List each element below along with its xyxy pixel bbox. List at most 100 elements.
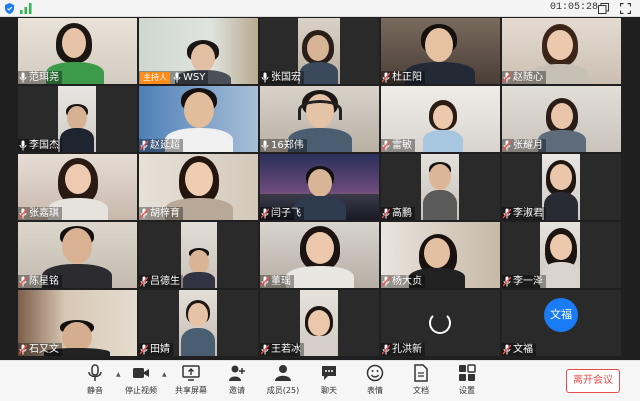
video-tile[interactable]: 杜正阳 xyxy=(381,18,500,84)
members-label: 成员(25) xyxy=(266,386,300,395)
video-tile[interactable]: 孔洪新 xyxy=(381,290,500,356)
video-tile[interactable]: 吕德生 xyxy=(139,222,258,288)
docs-label: 文档 xyxy=(413,386,429,395)
participant-nameplate: 雷敏 xyxy=(381,139,415,152)
invite-button[interactable]: 邀请 xyxy=(217,364,257,400)
video-tile[interactable]: 主持人 WSY xyxy=(139,18,258,84)
video-grid: 范珥尧 主持人 WSY 张国宏 杜正阳 赵随心 李国杰 赵延超 16郑伟 雷敏 … xyxy=(18,18,624,358)
stop-video-label: 停止视频 xyxy=(125,386,157,395)
video-tile[interactable]: 董瑶 xyxy=(260,222,379,288)
participant-name: 李一泽 xyxy=(513,275,543,287)
participant-nameplate: 范珥尧 xyxy=(18,71,62,84)
mute-label: 静音 xyxy=(87,386,103,395)
participant-name: 胡梓育 xyxy=(150,207,180,219)
participant-name: 杨大贞 xyxy=(392,275,422,287)
participant-nameplate: 李淑君 xyxy=(502,207,546,220)
microphone-icon xyxy=(88,364,102,381)
microphone-muted-icon xyxy=(140,276,148,287)
microphone-icon xyxy=(261,72,269,83)
avatar: 文福 xyxy=(544,298,578,332)
participant-name: 文福 xyxy=(513,343,533,355)
video-tile[interactable]: 胡梓育 xyxy=(139,154,258,220)
participant-name: 孔洪新 xyxy=(392,343,422,355)
video-tile[interactable]: 王若冰 xyxy=(260,290,379,356)
top-status-bar: 01:05:28 xyxy=(0,0,640,17)
video-tile[interactable]: 张国宏 xyxy=(260,18,379,84)
microphone-muted-icon xyxy=(261,208,269,219)
restore-window-icon[interactable] xyxy=(598,3,609,14)
participant-name: 吕德生 xyxy=(150,275,180,287)
participant-name: 张国宏 xyxy=(271,71,301,83)
participant-name: 赵延超 xyxy=(150,139,180,151)
participant-name: 陈星铭 xyxy=(29,275,59,287)
microphone-muted-icon xyxy=(261,344,269,355)
document-icon xyxy=(414,364,428,382)
participant-name: 闫子飞 xyxy=(271,207,301,219)
microphone-muted-icon xyxy=(382,208,390,219)
video-tile[interactable]: 杨大贞 xyxy=(381,222,500,288)
emoji-label: 表情 xyxy=(367,386,383,395)
meeting-timer: 01:05:28 xyxy=(550,2,599,13)
emoji-button[interactable]: 表情 xyxy=(355,364,395,400)
microphone-muted-icon xyxy=(503,72,511,83)
microphone-muted-icon xyxy=(140,344,148,355)
video-tile[interactable]: 张嘉琪 xyxy=(18,154,137,220)
video-tile[interactable]: 陈星铭 xyxy=(18,222,137,288)
microphone-muted-icon xyxy=(503,140,511,151)
participant-nameplate: 张国宏 xyxy=(260,71,304,84)
members-icon xyxy=(275,365,291,381)
participant-nameplate: 石又文 xyxy=(18,343,62,356)
video-tile[interactable]: 田婧 xyxy=(139,290,258,356)
video-tile[interactable]: 文福 文福 xyxy=(502,290,621,356)
participant-nameplate: 董瑶 xyxy=(260,275,294,288)
microphone-muted-icon xyxy=(382,140,390,151)
video-options-caret-icon[interactable]: ▲ xyxy=(162,371,167,378)
microphone-muted-icon xyxy=(382,276,390,287)
chat-icon xyxy=(322,366,336,380)
video-tile[interactable]: 16郑伟 xyxy=(260,86,379,152)
stop-video-button[interactable]: 停止视频 xyxy=(121,364,161,400)
participant-nameplate: 张嘉琪 xyxy=(18,207,62,220)
host-badge: 主持人 xyxy=(140,71,170,84)
participant-nameplate: 杨大贞 xyxy=(381,275,425,288)
participant-name: 石又文 xyxy=(29,343,59,355)
microphone-muted-icon xyxy=(140,140,148,151)
share-screen-label: 共享屏幕 xyxy=(175,386,207,395)
fullscreen-icon[interactable] xyxy=(620,3,631,14)
docs-button[interactable]: 文档 xyxy=(401,364,441,400)
video-tile[interactable]: 闫子飞 xyxy=(260,154,379,220)
microphone-muted-icon xyxy=(503,276,511,287)
video-tile[interactable]: 赵延超 xyxy=(139,86,258,152)
participant-nameplate: 孔洪新 xyxy=(381,343,425,356)
video-tile[interactable]: 赵随心 xyxy=(502,18,621,84)
participant-name: 王若冰 xyxy=(271,343,301,355)
mute-options-caret-icon[interactable]: ▲ xyxy=(116,371,121,378)
video-camera-icon xyxy=(133,368,149,378)
chat-button[interactable]: 聊天 xyxy=(309,364,349,400)
participant-name: 高鹏 xyxy=(392,207,412,219)
microphone-icon xyxy=(261,140,269,151)
video-tile[interactable]: 范珥尧 xyxy=(18,18,137,84)
signal-strength-icon xyxy=(20,3,32,14)
video-tile[interactable]: 雷敏 xyxy=(381,86,500,152)
settings-button[interactable]: 设置 xyxy=(447,364,487,400)
leave-meeting-button[interactable]: 离开会议 xyxy=(566,369,620,393)
video-tile[interactable]: 李淑君 xyxy=(502,154,621,220)
video-tile[interactable]: 张耀月 xyxy=(502,86,621,152)
members-button[interactable]: 成员(25) xyxy=(263,364,303,400)
participant-nameplate: 16郑伟 xyxy=(260,139,307,152)
settings-label: 设置 xyxy=(459,386,475,395)
microphone-muted-icon xyxy=(19,208,27,219)
microphone-icon xyxy=(19,72,27,83)
participant-nameplate: 田婧 xyxy=(139,343,173,356)
video-tile[interactable]: 高鹏 xyxy=(381,154,500,220)
participant-nameplate: 文福 xyxy=(502,343,536,356)
video-tile[interactable]: 李国杰 xyxy=(18,86,137,152)
participant-nameplate: 高鹏 xyxy=(381,207,415,220)
video-tile[interactable]: 石又文 xyxy=(18,290,137,356)
share-screen-button[interactable]: 共享屏幕 xyxy=(171,364,211,400)
mute-button[interactable]: 静音 xyxy=(75,364,115,400)
video-tile[interactable]: 李一泽 xyxy=(502,222,621,288)
participant-name: 雷敏 xyxy=(392,139,412,151)
meeting-toolbar: 静音 ▲ 停止视频 ▲ 共享屏幕 邀请 成员(25) 聊天 表情 文档 设置 离… xyxy=(0,360,640,401)
